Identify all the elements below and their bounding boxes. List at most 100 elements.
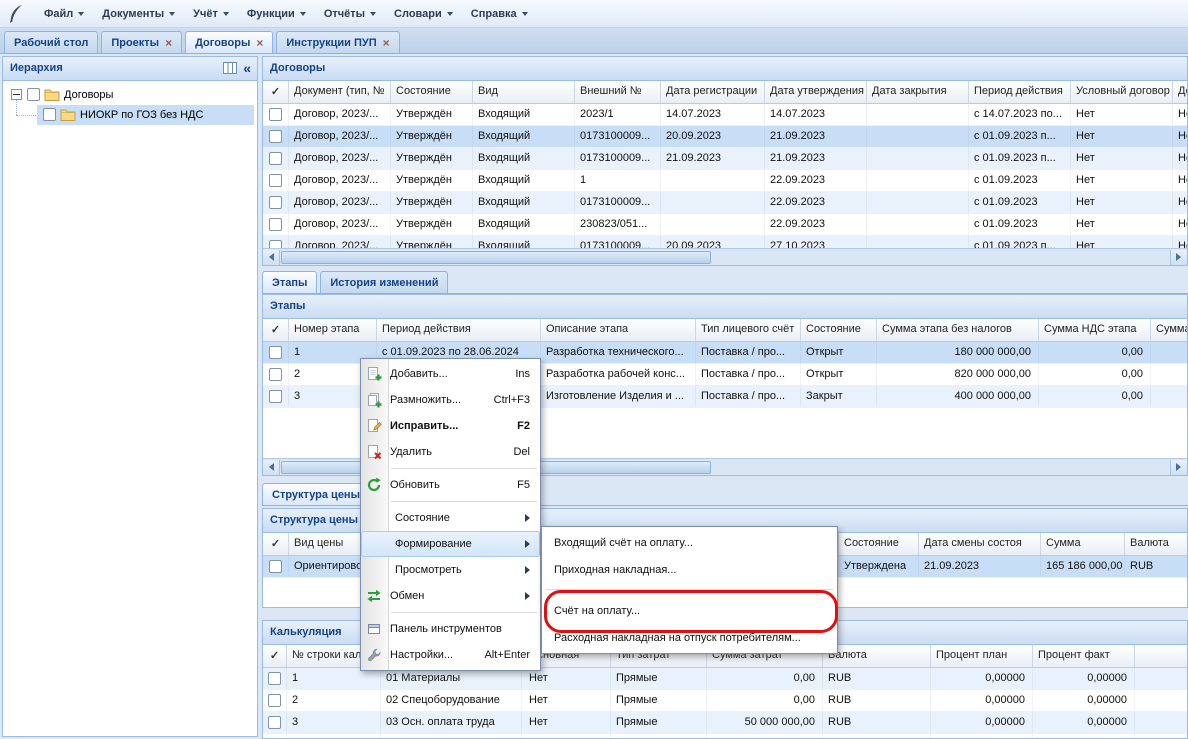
column-header[interactable]: Вид (473, 81, 575, 103)
hierarchy-title: Иерархия (10, 62, 63, 74)
column-header[interactable]: Дата утверждения (765, 81, 867, 103)
column-select-all[interactable]: ✓ (263, 645, 287, 667)
row-checkbox[interactable] (263, 734, 287, 739)
row-checkbox[interactable] (263, 148, 289, 169)
row-checkbox[interactable] (263, 712, 287, 733)
checkbox[interactable] (43, 108, 56, 121)
column-select-all[interactable]: ✓ (263, 81, 289, 103)
scroll-right-icon (1176, 253, 1185, 261)
column-header[interactable]: Процент факт (1033, 645, 1135, 667)
table-row[interactable]: Договор, 2023/...УтверждёнВходящий230823… (263, 214, 1187, 236)
menu-file[interactable]: Файл (35, 3, 93, 25)
scroll-right-button[interactable] (1170, 250, 1187, 265)
row-checkbox[interactable] (263, 192, 289, 213)
scroll-right-button[interactable] (1170, 460, 1187, 475)
table-row-selected[interactable]: Договор, 2023/...УтверждёнВходящий017310… (263, 126, 1187, 148)
row-checkbox[interactable] (263, 104, 289, 125)
menu-item-add[interactable]: Добавить... Ins (361, 361, 540, 387)
column-select-all[interactable]: ✓ (263, 533, 289, 555)
scrollbar-thumb[interactable] (281, 251, 711, 264)
column-header[interactable]: Внешний № (575, 81, 661, 103)
column-header[interactable]: Сумма этапа без налогов (877, 319, 1039, 341)
menu-help[interactable]: Справка (462, 3, 537, 25)
tab-stages[interactable]: Этапы (262, 271, 317, 293)
column-header[interactable]: Валюта (823, 645, 931, 667)
column-header[interactable]: Период действия (377, 319, 541, 341)
column-header[interactable]: Процент план (931, 645, 1033, 667)
menu-item-duplicate[interactable]: Размножить... Ctrl+F3 (361, 387, 540, 413)
menu-item-formation[interactable]: Формирование (361, 531, 540, 557)
submenu-item-incoming-invoice[interactable]: Входящий счёт на оплату... (542, 529, 837, 556)
column-header[interactable]: Тип лицевого счёт (696, 319, 801, 341)
menu-item-toolbar[interactable]: Панель инструментов (361, 616, 540, 642)
submenu-item-incoming-waybill[interactable]: Приходная накладная... (542, 556, 837, 583)
column-header[interactable]: Документ (тип, № (289, 81, 391, 103)
main-tabbar: Рабочий стол Проекты× Договоры× Инструкц… (0, 28, 1188, 54)
tab-pup-instructions[interactable]: Инструкции ПУП× (276, 31, 399, 53)
column-header[interactable]: Описание этапа (541, 319, 696, 341)
column-header[interactable]: Сумма НДС этапа (1039, 319, 1151, 341)
column-header[interactable]: Номер этапа (289, 319, 377, 341)
tab-change-history-label: История изменений (330, 277, 438, 289)
menu-item-state[interactable]: Состояние (361, 505, 540, 531)
columns-icon[interactable] (223, 62, 237, 74)
table-row[interactable]: 303 Осн. оплата трудаНетПрямые50 000 000… (263, 712, 1187, 734)
table-row[interactable]: 202 СпецоборудованиеНетПрямые0,00RUB0,00… (263, 690, 1187, 712)
column-select-all[interactable]: ✓ (263, 319, 289, 341)
menu-item-settings[interactable]: Настройки... Alt+Enter (361, 642, 540, 668)
horizontal-scrollbar[interactable] (263, 248, 1187, 265)
table-row[interactable]: Договор, 2023/...УтверждёнВходящий122.09… (263, 170, 1187, 192)
close-icon[interactable]: × (256, 37, 263, 49)
row-checkbox[interactable] (263, 170, 289, 191)
row-checkbox[interactable] (263, 126, 289, 147)
menu-functions[interactable]: Функции (238, 3, 315, 25)
row-checkbox[interactable] (263, 386, 289, 407)
scroll-left-button[interactable] (263, 250, 280, 265)
row-checkbox[interactable] (263, 668, 287, 689)
close-icon[interactable]: × (383, 37, 390, 49)
table-row[interactable] (263, 734, 1187, 739)
menu-documents[interactable]: Документы (93, 3, 184, 25)
menu-item-delete[interactable]: Удалить Del (361, 439, 540, 465)
tree-node-contracts[interactable]: Договоры (3, 85, 257, 105)
collapse-node-icon[interactable] (11, 89, 22, 100)
tree-node-niokr[interactable]: НИОКР по ГОЗ без НДС (3, 105, 257, 125)
column-header[interactable]: Период действия (969, 81, 1071, 103)
close-icon[interactable]: × (165, 37, 172, 49)
menu-item-exchange[interactable]: Обмен (361, 583, 540, 609)
tab-price-structure[interactable]: Структура цены (262, 483, 370, 505)
menu-item-refresh[interactable]: Обновить F5 (361, 472, 540, 498)
menu-accounting[interactable]: Учёт (184, 3, 238, 25)
tab-desktop[interactable]: Рабочий стол (4, 31, 98, 53)
menu-dictionaries[interactable]: Словари (385, 3, 462, 25)
menu-item-edit[interactable]: Исправить... F2 (361, 413, 540, 439)
row-checkbox[interactable] (263, 690, 287, 711)
tab-change-history[interactable]: История изменений (320, 271, 448, 293)
tab-projects[interactable]: Проекты× (101, 31, 182, 53)
menu-item-view[interactable]: Просмотреть (361, 557, 540, 583)
column-header[interactable]: Валюта (1125, 533, 1188, 555)
collapse-panel-icon[interactable]: « (243, 61, 251, 75)
table-row[interactable]: 101 МатериалыНетПрямые0,00RUB0,000000,00… (263, 668, 1187, 690)
column-header[interactable]: Дата закрытия (867, 81, 969, 103)
column-header[interactable]: Дата смены состоя (919, 533, 1041, 555)
column-header[interactable]: Состояние (839, 533, 919, 555)
tab-contracts[interactable]: Договоры× (185, 31, 273, 53)
table-row[interactable]: Договор, 2023/...УтверждёнВходящий2023/1… (263, 104, 1187, 126)
row-checkbox[interactable] (263, 364, 289, 385)
column-header[interactable]: Состояние (801, 319, 877, 341)
column-header[interactable]: Сумма (1041, 533, 1125, 555)
scroll-left-button[interactable] (263, 460, 280, 475)
checkbox[interactable] (27, 88, 40, 101)
column-header[interactable]: Условный договор (1071, 81, 1173, 103)
row-checkbox[interactable] (263, 556, 289, 577)
column-header[interactable]: Договор (1173, 81, 1188, 103)
table-row[interactable]: Договор, 2023/...УтверждёнВходящий017310… (263, 148, 1187, 170)
row-checkbox[interactable] (263, 214, 289, 235)
column-header[interactable]: Дата регистрации (661, 81, 765, 103)
menu-reports[interactable]: Отчёты (315, 3, 385, 25)
column-header[interactable]: Сумма этапа (1151, 319, 1188, 341)
table-row[interactable]: Договор, 2023/...УтверждёнВходящий017310… (263, 192, 1187, 214)
column-header[interactable]: Состояние (391, 81, 473, 103)
row-checkbox[interactable] (263, 342, 289, 363)
